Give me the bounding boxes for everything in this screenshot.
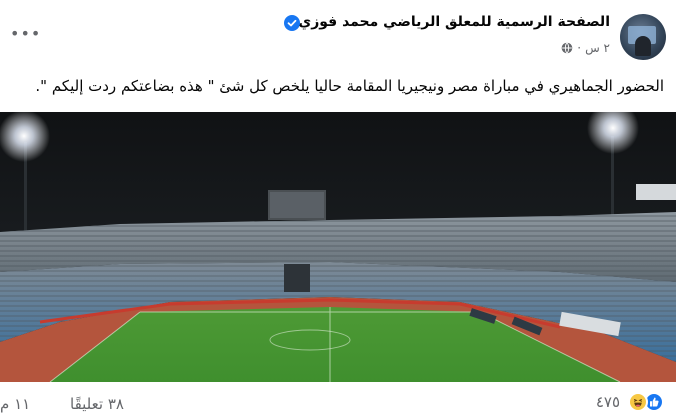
post-footer: ٤٧٥ ٣٨ تعليقًا ١١ م: [0, 390, 676, 418]
post-image[interactable]: [0, 112, 676, 382]
reactions-summary[interactable]: ٤٧٥: [596, 392, 664, 412]
post-header: الصفحة الرسمية للمعلق الرياضي محمد فوزي …: [0, 8, 676, 66]
roof-right: [636, 184, 676, 200]
post-meta: ٢ س ·: [561, 40, 610, 56]
page-avatar[interactable]: [620, 14, 666, 60]
page-name-link[interactable]: الصفحة الرسمية للمعلق الرياضي محمد فوزي: [298, 14, 610, 30]
haha-icon: [628, 392, 648, 412]
meta-separator: ·: [577, 41, 582, 55]
stadium-photo: [0, 112, 676, 382]
share-count[interactable]: ١١ م: [0, 395, 30, 413]
verified-badge-icon: [284, 15, 300, 31]
comment-count[interactable]: ٣٨ تعليقًا: [70, 395, 124, 413]
globe-icon[interactable]: [561, 42, 573, 54]
post-text: الحضور الجماهيري في مباراة مصر ونيجيريا …: [35, 77, 664, 95]
more-options-icon[interactable]: •••: [10, 26, 41, 42]
post-time-link[interactable]: ٢ س: [585, 41, 610, 55]
avatar-person: [635, 36, 651, 56]
reaction-count[interactable]: ٤٧٥: [596, 393, 620, 411]
players-tunnel: [284, 264, 310, 292]
